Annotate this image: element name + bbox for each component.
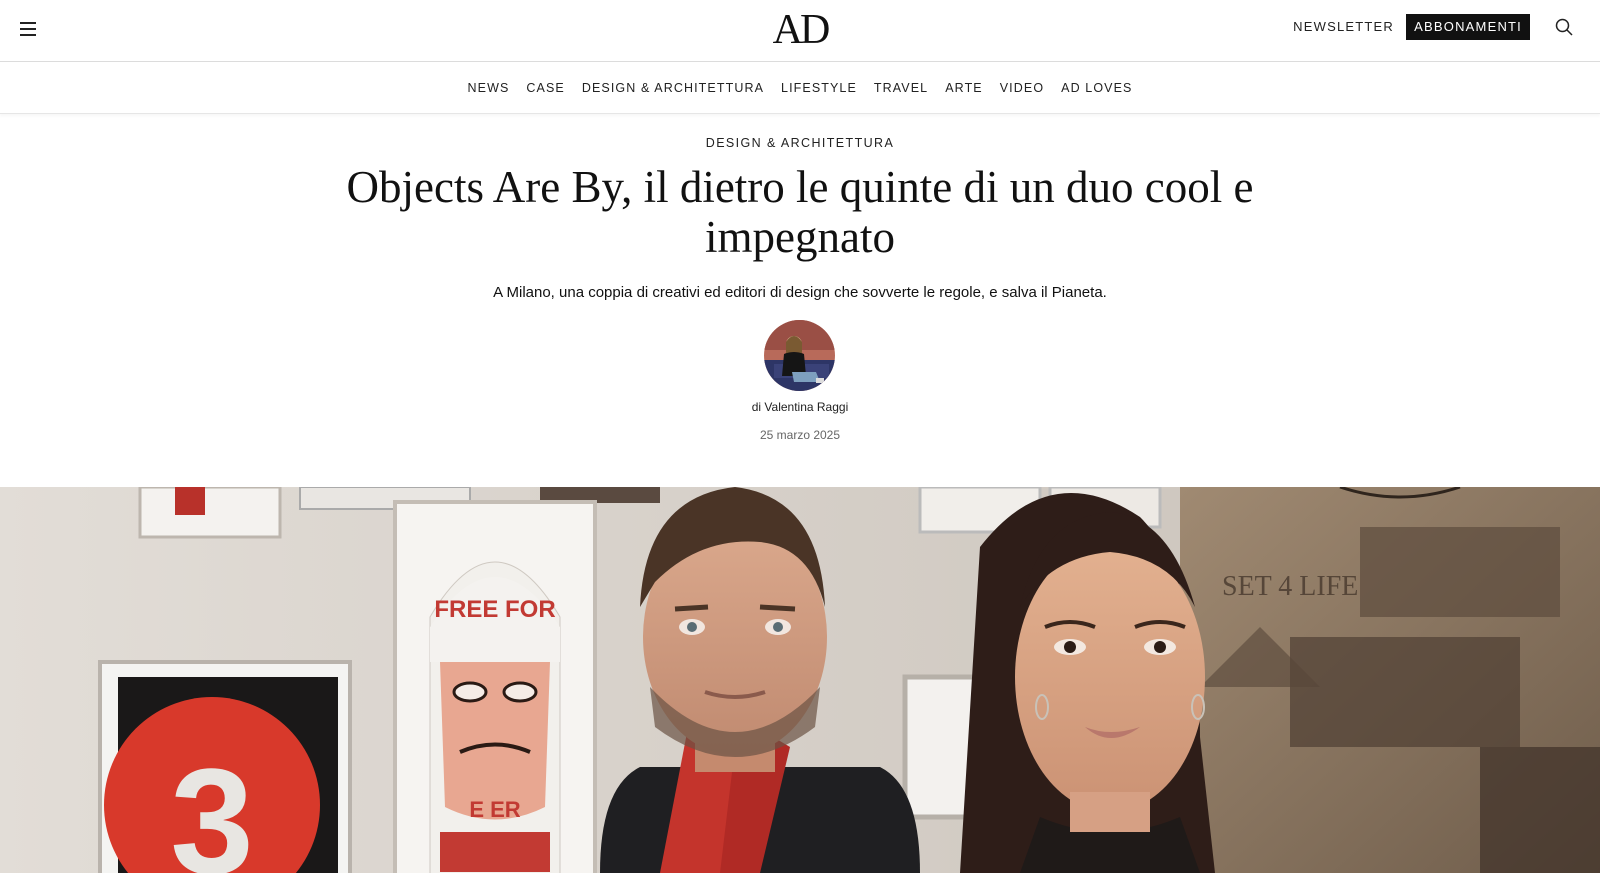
nav-item-travel[interactable]: TRAVEL (874, 81, 928, 95)
site-logo[interactable]: AD (773, 7, 831, 53)
mask-text-bottom: E ER (469, 797, 520, 822)
sign-number: 3 (170, 737, 253, 873)
nav-item-ad-loves[interactable]: AD LOVES (1061, 81, 1132, 95)
hero-image: 3 FREE FOR E ER SET 4 LIFE (0, 487, 1600, 873)
wall-text: SET 4 LIFE (1222, 571, 1358, 602)
search-icon[interactable] (1554, 17, 1574, 37)
article-rubric: DESIGN & ARCHITETTURA (0, 136, 1600, 150)
mask-text-top: FREE FOR (434, 596, 555, 623)
nav-item-news[interactable]: NEWS (468, 81, 510, 95)
rubric-link[interactable]: DESIGN & ARCHITETTURA (706, 136, 894, 150)
main-nav: NEWS CASE DESIGN & ARCHITETTURA LIFESTYL… (0, 63, 1600, 114)
author-avatar[interactable] (764, 320, 835, 391)
publish-date: 25 marzo 2025 (759, 428, 841, 442)
top-bar: AD NEWSLETTER ABBONAMENTI (0, 0, 1600, 62)
hamburger-menu-icon[interactable] (18, 18, 38, 38)
article-byline: di Valentina Raggi (0, 400, 1600, 414)
nav-item-lifestyle[interactable]: LIFESTYLE (781, 81, 857, 95)
newsletter-link[interactable]: NEWSLETTER (1293, 19, 1394, 34)
nav-item-arte[interactable]: ARTE (945, 81, 983, 95)
nav-item-case[interactable]: CASE (526, 81, 564, 95)
nav-item-design-architettura[interactable]: DESIGN & ARCHITETTURA (582, 81, 764, 95)
nav-item-video[interactable]: VIDEO (1000, 81, 1044, 95)
article-dek: A Milano, una coppia di creativi ed edit… (493, 284, 1107, 301)
author-link[interactable]: di Valentina Raggi (752, 400, 849, 414)
subscribe-button[interactable]: ABBONAMENTI (1406, 14, 1530, 40)
article-title: Objects Are By, il dietro le quinte di u… (346, 162, 1254, 262)
